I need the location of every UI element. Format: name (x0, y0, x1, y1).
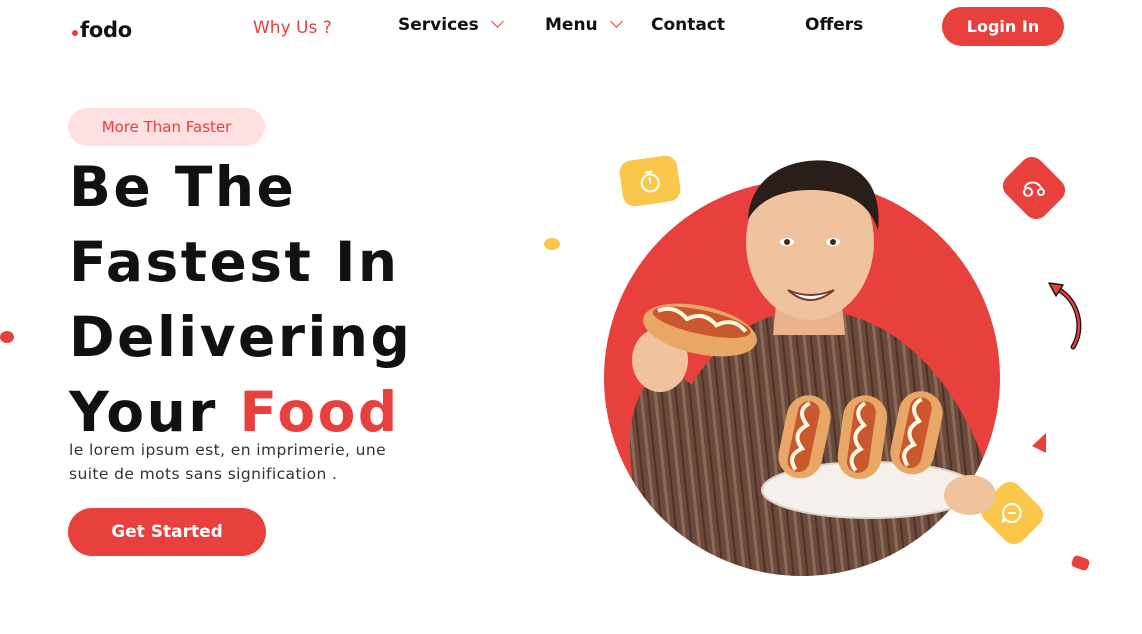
nav-link-menu-label: Menu (545, 15, 598, 35)
hero-title-line-2: Fastest In (69, 230, 400, 294)
hero-title-line-4: Your Food (69, 385, 400, 440)
hero-title-line-3: Delivering (69, 305, 413, 369)
play-triangle-icon (1032, 433, 1046, 453)
hero-title-accent: Food (239, 380, 400, 444)
chevron-down-icon (490, 15, 504, 28)
nav-link-offers[interactable]: Offers (805, 15, 863, 35)
nav-link-services-label: Services (398, 15, 479, 35)
hotdogs (778, 391, 943, 479)
logo-text: fodo (80, 18, 132, 42)
hero-image (604, 160, 1000, 576)
decor-dot (544, 238, 560, 250)
hero-description: le lorem ipsum est, en imprimerie, une s… (69, 441, 387, 483)
nav-link-services[interactable]: Services (398, 15, 504, 35)
hero-badge: More Than Faster (68, 108, 265, 146)
hero-title-word-your: Your (69, 380, 218, 444)
decor-dot (0, 331, 14, 343)
hero-title-line-1: Be The (69, 155, 297, 219)
logo[interactable]: fodo (72, 18, 132, 42)
decor-pill (1070, 554, 1091, 572)
get-started-button[interactable]: Get Started (68, 508, 266, 556)
chevron-down-icon (609, 15, 623, 28)
nav-link-contact[interactable]: Contact (651, 15, 725, 35)
login-button[interactable]: Login In (942, 7, 1064, 46)
nav-link-menu[interactable]: Menu (545, 15, 623, 35)
logo-dot (72, 30, 78, 36)
curved-arrow-icon (1048, 282, 1082, 350)
delivery-scooter-icon (1023, 181, 1046, 197)
nav-link-why-us[interactable]: Why Us ? (253, 18, 332, 38)
